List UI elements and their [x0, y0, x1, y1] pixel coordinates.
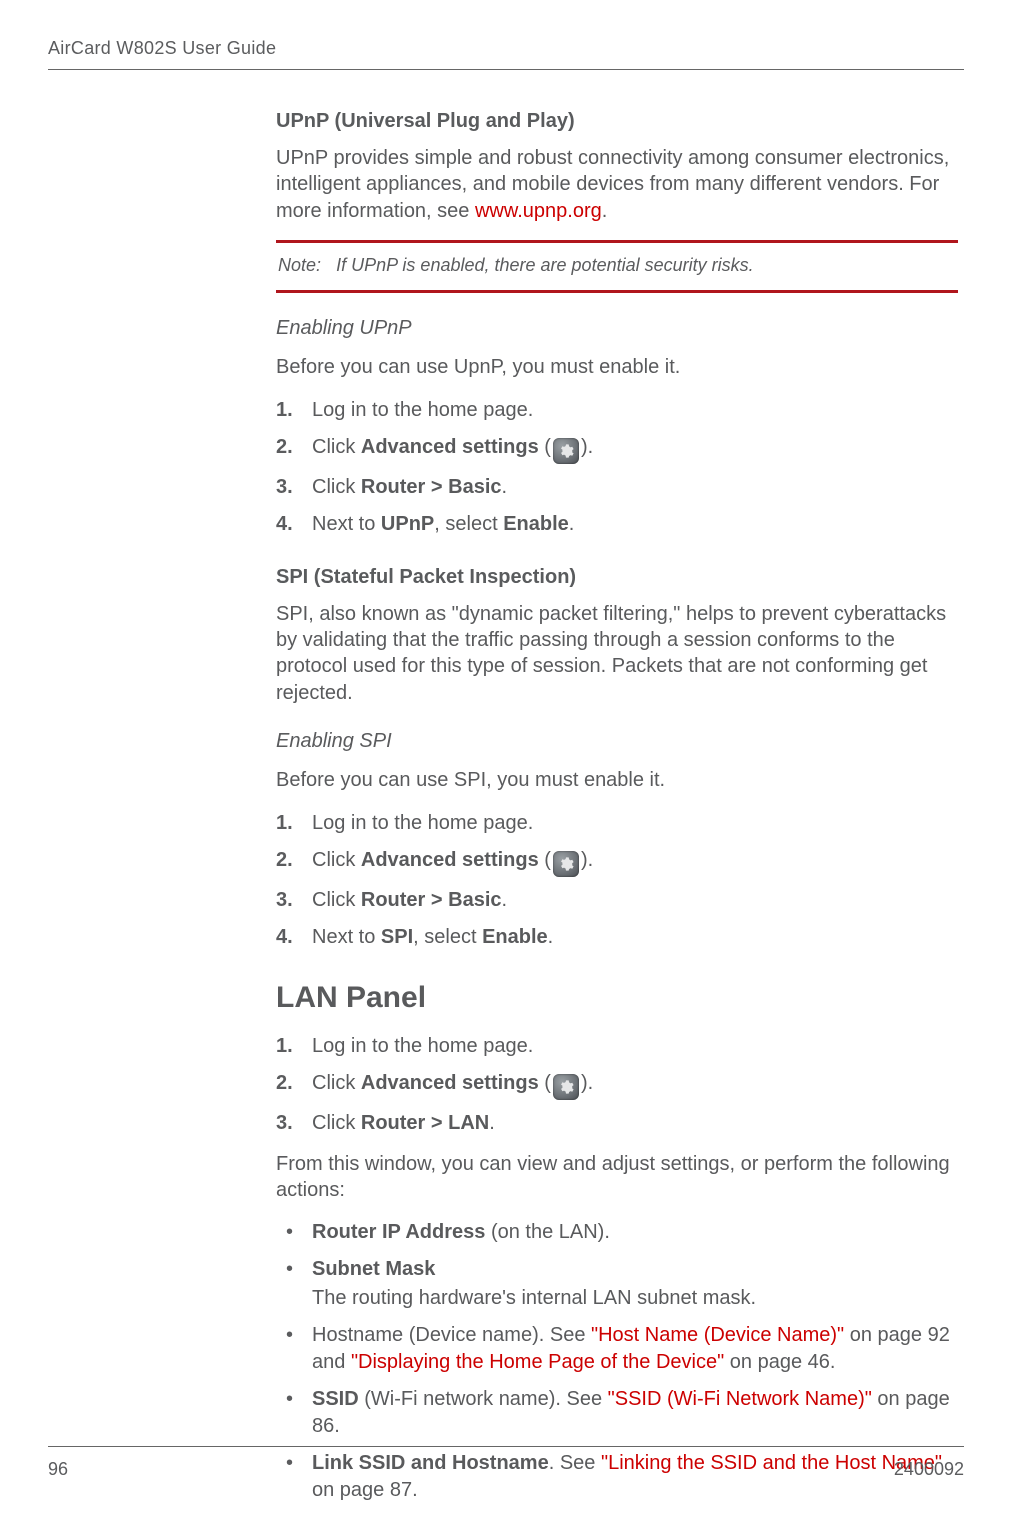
note-rule-bottom — [276, 290, 958, 293]
note-label: Note: — [278, 255, 321, 275]
spi-heading: SPI (Stateful Packet Inspection) — [276, 566, 958, 589]
bullet-router-ip: Router IP Address (on the LAN). — [276, 1219, 958, 1246]
upnp-steps: Log in to the home page. Click Advanced … — [276, 397, 958, 538]
router-basic-label: Router > Basic — [361, 476, 502, 498]
step-text: Click — [312, 889, 361, 911]
advanced-settings-label: Advanced settings — [361, 849, 539, 871]
lan-step-3: Click Router > LAN. — [276, 1110, 958, 1137]
hostname-link-1[interactable]: "Host Name (Device Name)" — [591, 1324, 844, 1346]
lan-steps: Log in to the home page. Click Advanced … — [276, 1033, 958, 1137]
upnp-intro-pre: UPnP provides simple and robust connecti… — [276, 147, 949, 222]
paren-open: ( — [539, 436, 551, 458]
ssid-label: SSID — [312, 1388, 359, 1410]
step-text-end: . — [489, 1112, 495, 1134]
enabling-spi-intro: Before you can use SPI, you must enable … — [276, 767, 958, 793]
gear-icon — [551, 851, 581, 877]
enabling-upnp-heading: Enabling UPnP — [276, 317, 958, 340]
note-box: Note: If UPnP is enabled, there are pote… — [276, 240, 958, 293]
note-text: Note: If UPnP is enabled, there are pote… — [276, 243, 958, 290]
step-text: Click — [312, 1112, 361, 1134]
router-lan-label: Router > LAN — [361, 1112, 489, 1134]
step-text-end: . — [502, 476, 508, 498]
advanced-settings-label: Advanced settings — [361, 436, 539, 458]
step-text: Click — [312, 436, 361, 458]
subnet-mask-label: Subnet Mask — [312, 1258, 435, 1280]
paren-open: ( — [539, 1072, 551, 1094]
spi-intro: SPI, also known as "dynamic packet filte… — [276, 601, 958, 707]
bullet-hostname: Hostname (Device name). See "Host Name (… — [276, 1322, 958, 1376]
hostname-link-2[interactable]: "Displaying the Home Page of the Device" — [351, 1351, 724, 1373]
upnp-step-2: Click Advanced settings (). — [276, 434, 958, 464]
lan-intro2: From this window, you can view and adjus… — [276, 1151, 958, 1204]
step-text-mid: , select — [413, 926, 482, 948]
spi-step-4: Next to SPI, select Enable. — [276, 924, 958, 951]
spi-step-2: Click Advanced settings (). — [276, 847, 958, 877]
paren-close: ). — [581, 849, 593, 871]
router-ip-label: Router IP Address — [312, 1221, 485, 1243]
ssid-link[interactable]: "SSID (Wi-Fi Network Name)" — [608, 1388, 872, 1410]
advanced-settings-label: Advanced settings — [361, 1072, 539, 1094]
upnp-intro: UPnP provides simple and robust connecti… — [276, 145, 958, 224]
main-content: UPnP (Universal Plug and Play) UPnP prov… — [276, 110, 964, 1504]
doc-number: 2400092 — [894, 1459, 964, 1480]
header-rule — [48, 69, 964, 70]
lan-step-1: Log in to the home page. — [276, 1033, 958, 1060]
subnet-mask-desc: The routing hardware's internal LAN subn… — [312, 1285, 958, 1312]
step-text-end: . — [548, 926, 554, 948]
spi-label: SPI — [381, 926, 413, 948]
spi-steps: Log in to the home page. Click Advanced … — [276, 810, 958, 951]
footer: 96 2400092 — [48, 1446, 964, 1480]
lan-step-2: Click Advanced settings (). — [276, 1070, 958, 1100]
paren-close: ). — [581, 1072, 593, 1094]
enable-label: Enable — [482, 926, 548, 948]
spi-step-1: Log in to the home page. — [276, 810, 958, 837]
router-basic-label: Router > Basic — [361, 889, 502, 911]
step-text: Next to — [312, 926, 381, 948]
upnp-link[interactable]: www.upnp.org — [475, 200, 602, 222]
running-head: AirCard W802S User Guide — [48, 38, 964, 59]
gear-icon — [551, 438, 581, 464]
upnp-step-1: Log in to the home page. — [276, 397, 958, 424]
upnp-label: UPnP — [381, 513, 434, 535]
upnp-intro-post: . — [602, 200, 608, 222]
paren-open: ( — [539, 849, 551, 871]
bullet-subnet-mask: Subnet Mask The routing hardware's inter… — [276, 1256, 958, 1312]
upnp-heading: UPnP (Universal Plug and Play) — [276, 110, 958, 133]
spi-step-3: Click Router > Basic. — [276, 887, 958, 914]
step-text-end: . — [502, 889, 508, 911]
step-text: Click — [312, 849, 361, 871]
bullet-text: (on the LAN). — [485, 1221, 610, 1243]
bullet-text: Hostname (Device name). See — [312, 1324, 591, 1346]
upnp-step-3: Click Router > Basic. — [276, 474, 958, 501]
bullet-text-mid: (Wi-Fi network name). See — [359, 1388, 608, 1410]
upnp-step-4: Next to UPnP, select Enable. — [276, 511, 958, 538]
bullet-text-end: on page 46. — [724, 1351, 835, 1373]
step-text: Click — [312, 476, 361, 498]
step-text-mid: , select — [434, 513, 503, 535]
gear-icon — [551, 1074, 581, 1100]
note-body: If UPnP is enabled, there are potential … — [336, 255, 754, 275]
footer-rule — [48, 1446, 964, 1447]
page-number: 96 — [48, 1459, 68, 1480]
lan-panel-heading: LAN Panel — [276, 981, 958, 1015]
step-text: Next to — [312, 513, 381, 535]
enabling-spi-heading: Enabling SPI — [276, 730, 958, 753]
step-text: Click — [312, 1072, 361, 1094]
bullet-ssid: SSID (Wi-Fi network name). See "SSID (Wi… — [276, 1386, 958, 1440]
enable-label: Enable — [503, 513, 569, 535]
paren-close: ). — [581, 436, 593, 458]
step-text-end: . — [569, 513, 575, 535]
bullet-text-end: on page 87. — [312, 1479, 418, 1501]
enabling-upnp-intro: Before you can use UpnP, you must enable… — [276, 354, 958, 380]
